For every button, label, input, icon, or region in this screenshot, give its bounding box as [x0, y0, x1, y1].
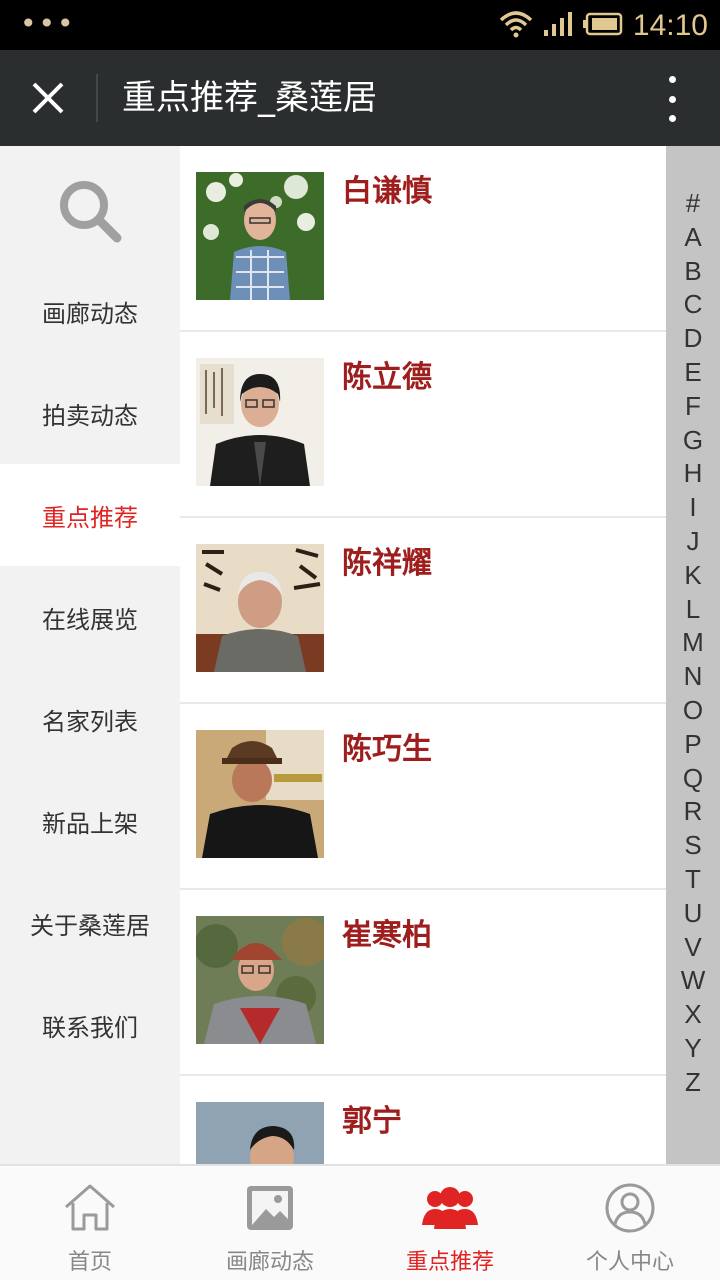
more-button[interactable] — [660, 76, 684, 122]
artist-name: 陈立德 — [342, 360, 432, 395]
profile-icon — [600, 1180, 660, 1236]
alphabet-index-letter[interactable]: S — [666, 828, 720, 862]
alphabet-index-letter[interactable]: # — [666, 186, 720, 220]
nav-profile[interactable]: 个人中心 — [540, 1166, 720, 1282]
close-button[interactable] — [20, 70, 76, 126]
alphabet-index-letter[interactable]: I — [666, 490, 720, 524]
alphabet-index-letter[interactable]: R — [666, 794, 720, 828]
alphabet-index-letter[interactable]: F — [666, 389, 720, 423]
alphabet-index-letter[interactable]: D — [666, 321, 720, 355]
more-vertical-icon — [668, 76, 676, 83]
signal-icon — [543, 10, 573, 42]
artist-name: 白谦慎 — [342, 174, 432, 209]
title-divider — [96, 74, 98, 122]
artist-photo — [196, 730, 324, 858]
alphabet-index-letter[interactable]: E — [666, 355, 720, 389]
alphabet-index-letter[interactable]: B — [666, 254, 720, 288]
artist-photo — [196, 544, 324, 672]
battery-icon — [582, 12, 623, 40]
wifi-icon — [499, 10, 533, 42]
alphabet-index-letter[interactable]: O — [666, 693, 720, 727]
nav-label: 画廊动态 — [225, 1250, 314, 1275]
artist-name: 陈祥耀 — [342, 546, 432, 581]
artist-photo — [196, 916, 324, 1044]
alphabet-index-letter[interactable]: Q — [666, 761, 720, 795]
alphabet-index-letter[interactable]: J — [666, 524, 720, 558]
close-icon — [32, 82, 64, 114]
sidebar-item-about[interactable]: 关于桑莲居 — [0, 872, 180, 974]
alphabet-index-letter[interactable]: C — [666, 287, 720, 321]
notification-dots-icon: ••• — [20, 7, 76, 40]
alphabet-index-letter[interactable]: G — [666, 423, 720, 457]
artist-name: 郭宁 — [342, 1104, 402, 1139]
status-icons: 14:10 — [499, 8, 708, 44]
list-item[interactable]: 陈巧生 — [180, 704, 666, 890]
sidebar-item-auction-news[interactable]: 拍卖动态 — [0, 362, 180, 464]
alphabet-index-letter[interactable]: A — [666, 220, 720, 254]
status-time: 14:10 — [632, 9, 708, 42]
search-icon — [60, 181, 122, 243]
alphabet-index[interactable]: # A B C D E F G H I J K L M N O P Q R S T U V W X Y Z — [666, 146, 720, 1164]
alphabet-index-letter[interactable]: P — [666, 727, 720, 761]
bottom-nav: 首页 画廊动态 重点推荐 个人中心 — [0, 1164, 720, 1280]
artist-photo — [196, 172, 324, 300]
sidebar-item-new-arrivals[interactable]: 新品上架 — [0, 770, 180, 872]
alphabet-index-letter[interactable]: N — [666, 659, 720, 693]
artist-photo — [196, 1102, 324, 1164]
alphabet-index-letter[interactable]: H — [666, 456, 720, 490]
sidebar-item-featured[interactable]: 重点推荐 — [0, 464, 180, 566]
home-icon — [60, 1180, 120, 1236]
status-bar: ••• 14:10 — [0, 0, 720, 50]
list-item[interactable]: 陈祥耀 — [180, 518, 666, 704]
list-item[interactable]: 白谦慎 — [180, 146, 666, 332]
alphabet-index-letter[interactable]: W — [666, 963, 720, 997]
sidebar: 画廊动态 拍卖动态 重点推荐 在线展览 名家列表 新品上架 关于桑莲居 联系我们 — [0, 146, 180, 1164]
users-icon — [420, 1180, 480, 1236]
alphabet-index-letter[interactable]: U — [666, 896, 720, 930]
page-title: 重点推荐_桑莲居 — [122, 78, 377, 118]
alphabet-index-letter[interactable]: K — [666, 558, 720, 592]
gallery-icon — [240, 1180, 300, 1236]
alphabet-index-letter[interactable]: M — [666, 625, 720, 659]
artist-list: 白谦慎 陈立德 陈祥耀 陈巧生 崔寒柏 郭宁 — [180, 146, 666, 1164]
search-button[interactable] — [0, 146, 180, 276]
artist-photo — [196, 358, 324, 486]
alphabet-index-letter[interactable]: X — [666, 997, 720, 1031]
alphabet-index-letter[interactable]: Y — [666, 1031, 720, 1065]
alphabet-index-letter[interactable]: T — [666, 862, 720, 896]
list-item[interactable]: 陈立德 — [180, 332, 666, 518]
nav-label: 重点推荐 — [405, 1250, 494, 1275]
alphabet-index-letter[interactable]: V — [666, 930, 720, 964]
list-item[interactable]: 郭宁 — [180, 1076, 666, 1164]
sidebar-item-artist-list[interactable]: 名家列表 — [0, 668, 180, 770]
sidebar-item-contact[interactable]: 联系我们 — [0, 974, 180, 1076]
alphabet-index-letter[interactable]: Z — [666, 1065, 720, 1099]
nav-label: 个人中心 — [585, 1250, 674, 1275]
artist-name: 崔寒柏 — [342, 918, 432, 953]
sidebar-item-gallery-news[interactable]: 画廊动态 — [0, 260, 180, 362]
artist-name: 陈巧生 — [342, 732, 432, 767]
sidebar-item-online-exhibition[interactable]: 在线展览 — [0, 566, 180, 668]
list-item[interactable]: 崔寒柏 — [180, 890, 666, 1076]
alphabet-index-letter[interactable]: L — [666, 592, 720, 626]
nav-label: 首页 — [67, 1250, 112, 1275]
nav-gallery[interactable]: 画廊动态 — [180, 1166, 360, 1282]
title-bar: 重点推荐_桑莲居 — [0, 50, 720, 146]
nav-featured[interactable]: 重点推荐 — [360, 1166, 540, 1282]
nav-home[interactable]: 首页 — [0, 1166, 180, 1282]
